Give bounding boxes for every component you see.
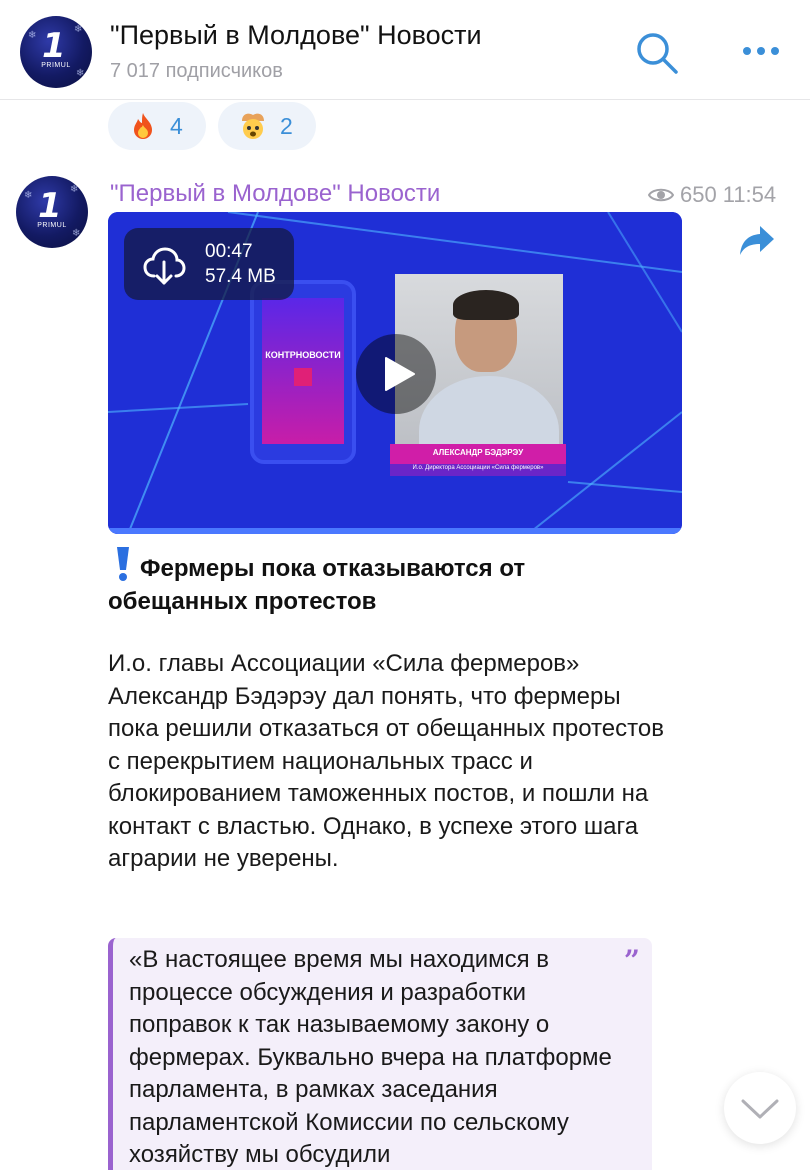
post-time: 11:54	[722, 182, 777, 207]
post-meta: 650 11:54	[648, 182, 776, 208]
post-author-avatar[interactable]: ❄ ❄ ❄ 1 PRIMUL	[16, 176, 88, 248]
chat-header: ❄ ❄ ❄ 1 PRIMUL "Первый в Молдове" Новост…	[0, 0, 810, 100]
subscriber-count: 7 017 подписчиков	[110, 60, 283, 82]
channel-logo-icon: 1	[42, 26, 66, 66]
phone-graphic: КОНТРНОВОСТИ	[250, 280, 356, 464]
post-headline: Фермеры пока отказываются от обещанных п…	[108, 546, 668, 618]
play-button[interactable]	[356, 334, 436, 414]
post-author-name[interactable]: "Первый в Молдове" Новости	[110, 180, 440, 208]
phone-label: КОНТРНОВОСТИ	[265, 350, 341, 360]
play-icon	[385, 357, 415, 391]
reaction-exploding-head[interactable]: 2	[218, 102, 316, 150]
reaction-count: 2	[280, 112, 293, 139]
channel-logo-icon: 1	[38, 186, 62, 226]
avatar-logo-text: PRIMUL	[37, 222, 67, 229]
channel-title[interactable]: "Первый в Молдове" Новости	[110, 20, 482, 51]
phone-play-icon	[294, 368, 312, 386]
name-plate: АЛЕКСАНДР БЭДЭРЭУ	[390, 444, 566, 464]
more-dots-icon	[743, 47, 779, 55]
reaction-fire[interactable]: 4	[108, 102, 206, 150]
search-button[interactable]	[634, 30, 680, 76]
search-icon	[637, 33, 678, 74]
view-count: 650	[680, 182, 717, 207]
headline-text: Фермеры пока отказываются от обещанных п…	[108, 555, 526, 615]
channel-avatar[interactable]: ❄ ❄ ❄ 1 PRIMUL	[20, 16, 92, 88]
quote-icon: ”	[623, 944, 640, 977]
name-subtitle: И.о. Директора Ассоциации «Сила фермеров…	[390, 464, 566, 476]
video-size: 57.4 MB	[205, 266, 276, 287]
reaction-count: 4	[170, 112, 183, 139]
post-body: И.о. главы Ассоциации «Сила фермеров» Ал…	[108, 650, 664, 872]
video-duration: 00:47	[205, 241, 253, 262]
eye-icon	[648, 188, 674, 202]
exploding-head-icon	[242, 113, 264, 139]
cloud-download-icon	[143, 247, 186, 285]
exclamation-icon	[117, 547, 129, 581]
video-progress-bar	[108, 528, 682, 534]
chevron-down-icon	[741, 1099, 779, 1119]
download-pill[interactable]: 00:47 57.4 MB	[124, 228, 294, 300]
quote-block: «В настоящее время мы находимся в процес…	[108, 938, 652, 1170]
quote-text: «В настоящее время мы находимся в процес…	[129, 946, 612, 1168]
video-player[interactable]: КОНТРНОВОСТИ АЛЕКСАНДР БЭДЭРЭУ И.о. Дире…	[108, 212, 682, 534]
forward-arrow-icon	[740, 226, 774, 255]
more-options-button[interactable]	[738, 36, 784, 66]
avatar-logo-text: PRIMUL	[41, 62, 71, 69]
scroll-down-button[interactable]	[724, 1072, 796, 1144]
forward-button[interactable]	[738, 224, 776, 258]
fire-icon	[134, 113, 152, 139]
